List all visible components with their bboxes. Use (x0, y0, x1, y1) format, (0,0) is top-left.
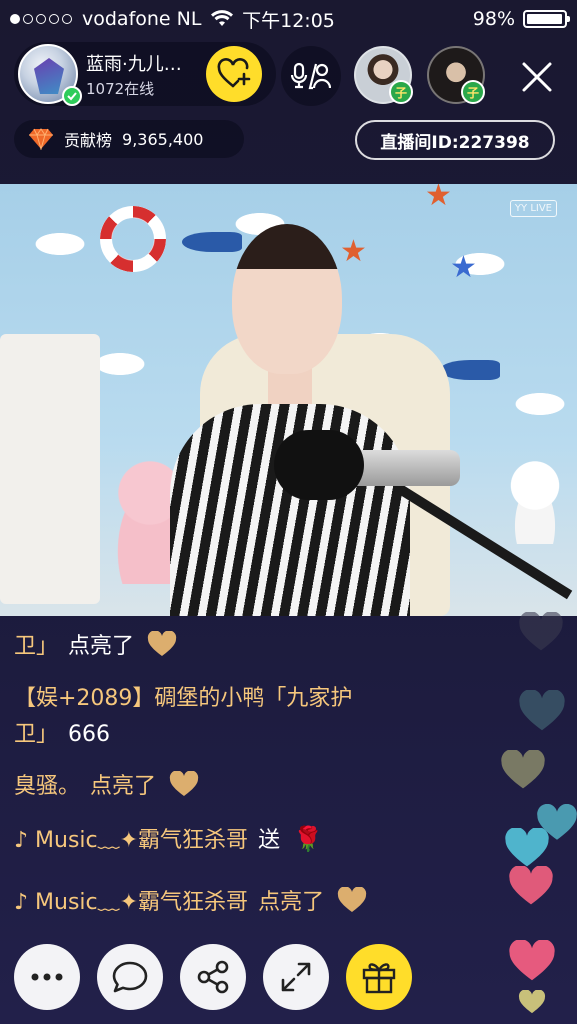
chat-user: ♪ Music﹏✦霸气狂杀哥 (14, 890, 249, 915)
chat-message: 卫」 点亮了 (14, 628, 177, 660)
check-icon (67, 92, 77, 101)
star-decoration: ★ (450, 250, 477, 285)
guest-badge: 子 (389, 80, 413, 104)
battery-percent: 98% (472, 8, 515, 30)
wifi-icon (211, 10, 234, 26)
chat-text: 送 (258, 828, 281, 853)
chat-user: 臭骚。 (14, 774, 81, 799)
signal-strength-icon (10, 14, 72, 24)
chat-button[interactable] (97, 944, 163, 1010)
chat-text: 点亮了 (258, 890, 325, 915)
more-button[interactable] (14, 944, 80, 1010)
floating-heart-icon (505, 828, 549, 867)
fullscreen-button[interactable] (263, 944, 329, 1010)
bottom-toolbar (0, 944, 577, 1014)
floating-heart-icon (519, 690, 565, 731)
contribution-value: 9,365,400 (122, 129, 204, 149)
chat-message: 臭骚。 点亮了 (14, 768, 199, 800)
close-button[interactable] (514, 54, 560, 100)
floating-heart-icon (509, 866, 553, 905)
rose-icon: 🌹 (293, 825, 323, 853)
star-decoration: ★ (425, 184, 452, 213)
chat-user: 卫」 (14, 722, 59, 747)
heart-icon (147, 631, 177, 656)
chat-message: 【娱+2089】碉堡的小鸭「九家护 (14, 680, 352, 712)
floating-heart-icon (519, 612, 563, 651)
gift-button[interactable] (346, 944, 412, 1010)
status-bar: vodafone NL 下午12:05 98% (0, 0, 577, 38)
chat-text: 666 (68, 722, 111, 747)
star-decoration: ★ (340, 234, 367, 269)
chat-message: 卫」 666 (14, 716, 110, 748)
fish-decoration (182, 232, 242, 252)
chat-bubble-icon (112, 961, 148, 993)
share-icon (197, 960, 229, 994)
contribution-board[interactable]: 贡献榜 9,365,400 (14, 120, 244, 158)
mic-link-button[interactable] (281, 46, 341, 106)
expand-icon (281, 962, 311, 992)
microphone-windscreen (274, 430, 364, 500)
online-count: 1072在线 (86, 80, 155, 98)
more-icon (31, 973, 63, 981)
live-video[interactable]: ★ ★ ★ YY LIVE (0, 184, 577, 616)
chat-feed[interactable]: 卫」 点亮了 【娱+2089】碉堡的小鸭「九家护 卫」 666 臭骚。 点亮了 ♪ M… (14, 616, 494, 926)
heart-icon (337, 887, 367, 912)
chat-text: 点亮了 (90, 774, 157, 799)
plush-bunny (500, 454, 570, 544)
fish-decoration (440, 360, 500, 380)
battery-icon (523, 10, 570, 28)
shelf (0, 334, 100, 604)
heart-plus-icon (217, 58, 251, 88)
life-ring (100, 206, 166, 272)
diamond-icon (29, 128, 53, 150)
room-id-badge: 直播间ID:227398 (355, 120, 555, 160)
close-icon (522, 62, 552, 92)
chat-user: 【娱+2089】碉堡的小鸭「九家护 (14, 686, 353, 711)
streamer-head (232, 224, 342, 374)
share-button[interactable] (180, 944, 246, 1010)
chat-message: ♪ Music﹏✦霸气狂杀哥 点亮了 (14, 884, 367, 916)
host-name: 蓝雨·九儿… (86, 54, 182, 75)
heart-icon (169, 771, 199, 796)
carrier-name: vodafone NL (82, 8, 202, 30)
gift-icon (362, 963, 396, 994)
verified-badge (62, 86, 82, 106)
chat-user: ♪ Music﹏✦霸气狂杀哥 (14, 828, 249, 853)
chat-user: 卫」 (14, 634, 59, 659)
chat-message: ♪ Music﹏✦霸气狂杀哥送 🌹 (14, 822, 323, 854)
contribution-label: 贡献榜 (64, 131, 113, 150)
follow-button[interactable] (206, 46, 262, 102)
mic-user-icon (291, 62, 331, 90)
yy-live-watermark: YY LIVE (509, 200, 557, 217)
chat-text: 点亮了 (68, 634, 135, 659)
guest-badge: 子 (461, 80, 485, 104)
floating-heart-icon (501, 750, 545, 789)
